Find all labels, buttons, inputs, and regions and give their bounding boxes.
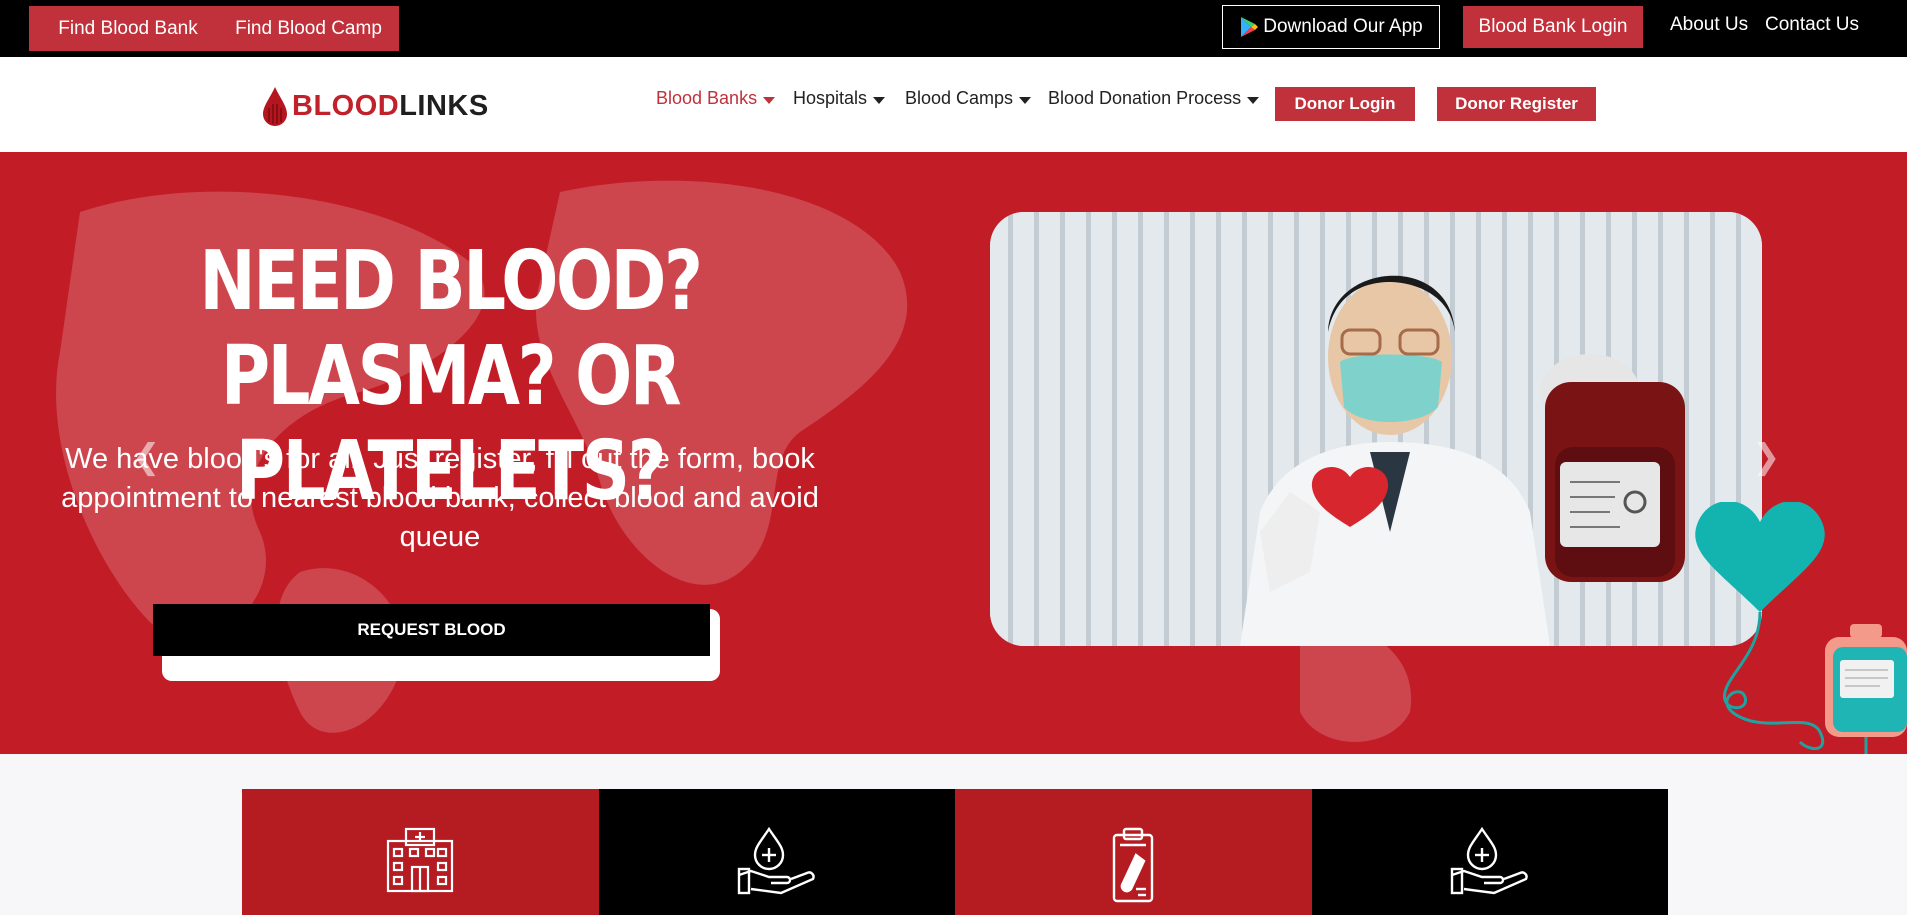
logo-text-links: LINKS xyxy=(399,89,489,122)
caret-down-icon xyxy=(1247,96,1260,104)
request-blood-button[interactable]: REQUEST BLOOD xyxy=(153,604,710,656)
feature-block-donate[interactable] xyxy=(598,789,955,915)
chevron-left-icon[interactable]: ❮ xyxy=(132,437,161,477)
feature-block-hospitals[interactable] xyxy=(242,789,599,915)
caret-down-icon xyxy=(1019,96,1032,104)
blood-drop-hand-icon xyxy=(737,827,815,895)
hero-title-line1: NEED BLOOD? xyxy=(199,234,703,329)
feature-block-request[interactable] xyxy=(1311,789,1668,915)
about-us-link[interactable]: About Us xyxy=(1670,14,1748,36)
doctor-with-blood-bag-image xyxy=(990,212,1762,646)
bloodlinks-logo[interactable]: BLOOD LINKS xyxy=(262,85,489,127)
find-blood-camp-button[interactable]: Find Blood Camp xyxy=(218,6,399,51)
blood-drop-logo-icon xyxy=(263,87,287,126)
download-app-button[interactable]: Download Our App xyxy=(1222,5,1440,49)
donor-login-button[interactable]: Donor Login xyxy=(1275,87,1415,121)
play-store-icon xyxy=(1241,17,1259,37)
feature-block-test[interactable] xyxy=(955,789,1312,915)
heart-iv-bag-illustration xyxy=(1695,502,1907,754)
hero-doctor-photo xyxy=(990,212,1762,646)
feature-blocks xyxy=(242,789,1668,915)
top-bar: Find Blood Bank Find Blood Camp Download… xyxy=(0,0,1907,57)
caret-down-icon xyxy=(763,96,776,104)
logo-text-blood: BLOOD xyxy=(292,89,400,122)
nav-blood-camps-label: Blood Camps xyxy=(905,88,1014,108)
hospital-icon xyxy=(387,827,454,893)
nav-hospitals[interactable]: Hospitals xyxy=(793,88,886,109)
hero-banner: NEED BLOOD? PLASMA? OR PLATELETS? We hav… xyxy=(0,152,1907,754)
nav-blood-donation-process-label: Blood Donation Process xyxy=(1048,88,1242,108)
donor-register-button[interactable]: Donor Register xyxy=(1437,87,1596,121)
nav-blood-camps[interactable]: Blood Camps xyxy=(905,88,1032,109)
nav-hospitals-label: Hospitals xyxy=(793,88,868,108)
download-app-label: Download Our App xyxy=(1263,16,1423,37)
contact-us-link[interactable]: Contact Us xyxy=(1765,14,1859,36)
find-blood-bank-button[interactable]: Find Blood Bank xyxy=(29,6,227,51)
hero-subtitle: We have blood's for all. Just register, … xyxy=(61,443,819,553)
nav-blood-donation-process[interactable]: Blood Donation Process xyxy=(1048,88,1260,109)
blood-drop-hand-icon xyxy=(1450,827,1528,895)
clipboard-test-tube-icon xyxy=(1113,827,1154,903)
chevron-right-icon[interactable]: ❯ xyxy=(1752,437,1781,477)
caret-down-icon xyxy=(873,96,886,104)
main-navbar: BLOOD LINKS Blood Banks Hospitals Blood C… xyxy=(0,57,1907,152)
blood-bank-login-button[interactable]: Blood Bank Login xyxy=(1463,6,1643,48)
nav-blood-banks[interactable]: Blood Banks xyxy=(656,88,776,109)
nav-blood-banks-label: Blood Banks xyxy=(656,88,758,108)
